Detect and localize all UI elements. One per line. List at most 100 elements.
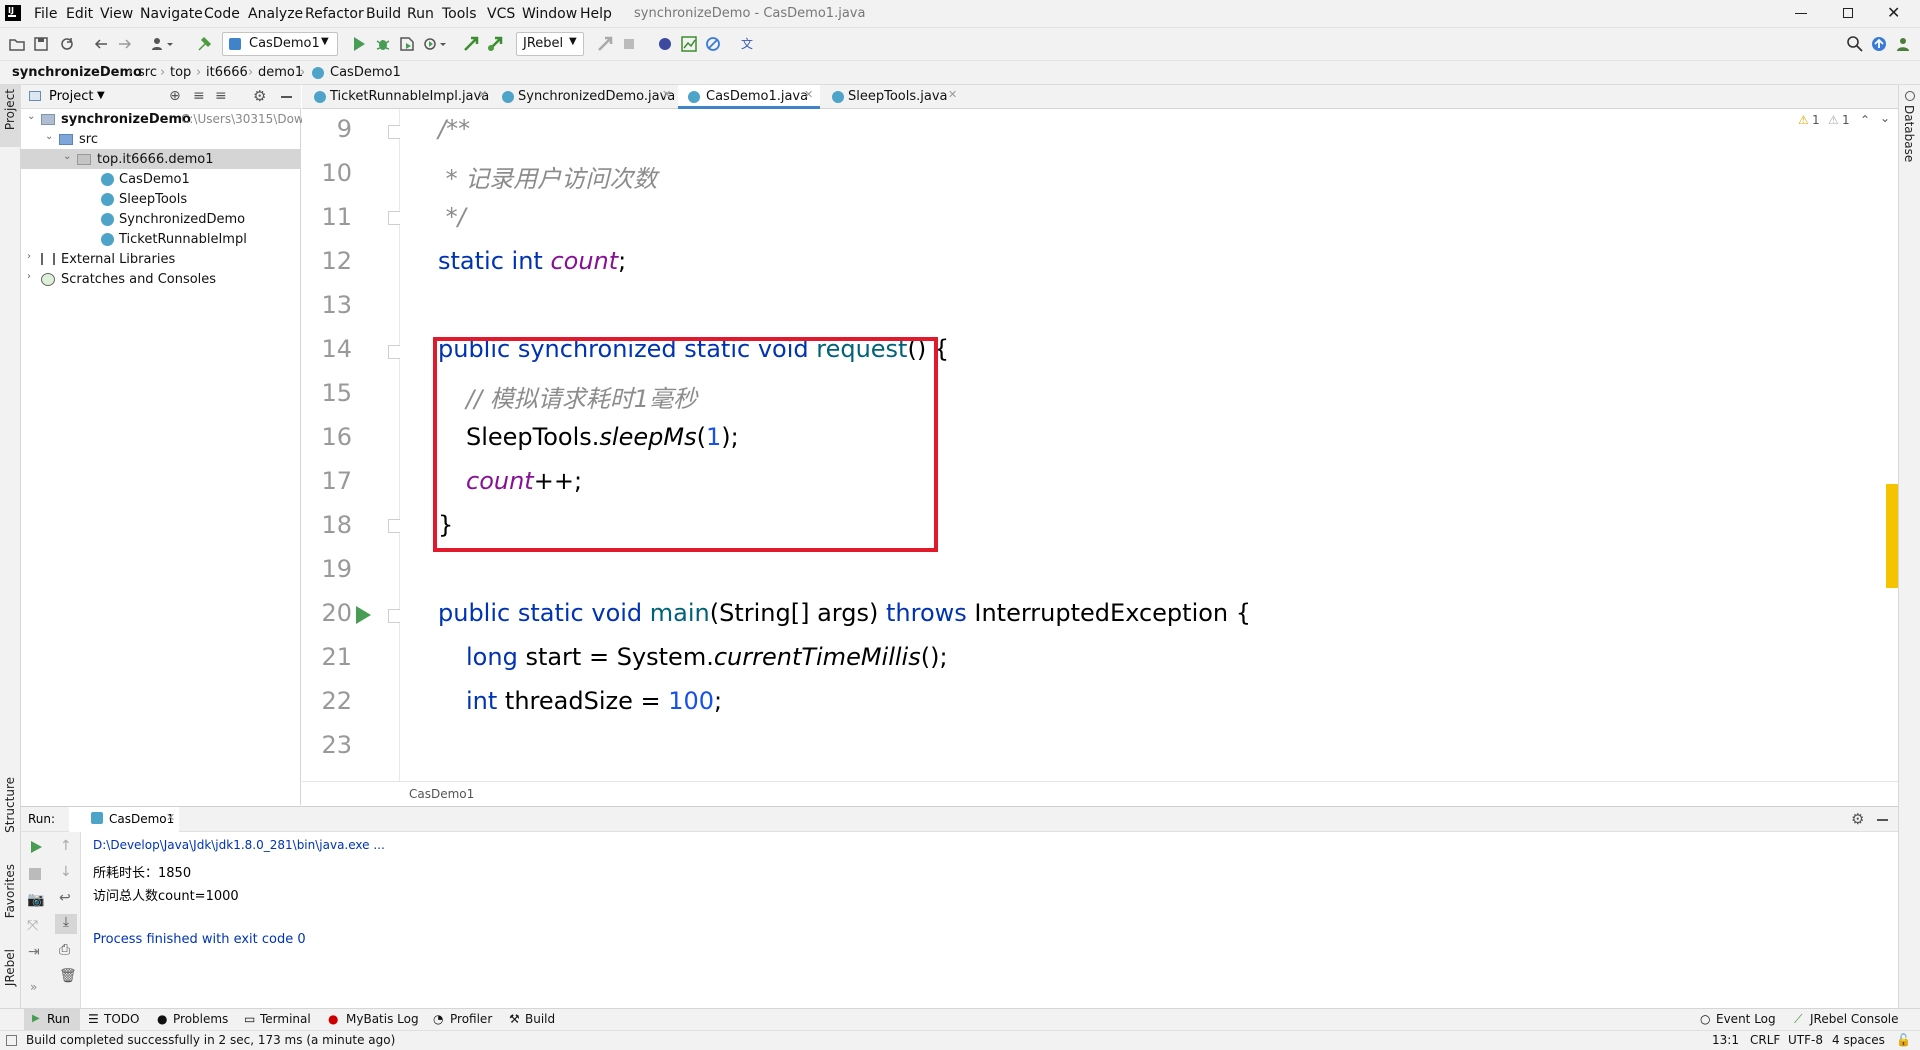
coverage-icon[interactable]: [398, 35, 416, 53]
chevron-down-icon[interactable]: ▼: [97, 90, 105, 101]
tab-sleeptools[interactable]: SleepTools.java ✕: [828, 85, 968, 109]
jrebel-update-icon[interactable]: [596, 35, 614, 53]
lock-icon[interactable]: 🔓: [1896, 1033, 1911, 1047]
close-window-icon[interactable]: ✕: [1887, 3, 1900, 22]
caret-position[interactable]: 13:1: [1712, 1033, 1739, 1047]
jrebel-run-icon[interactable]: [462, 35, 480, 53]
scroll-to-end-icon[interactable]: ⤓: [55, 914, 77, 934]
close-tab-icon[interactable]: ✕: [166, 811, 175, 824]
print-icon[interactable]: ⎙: [59, 942, 70, 958]
expand-all-icon[interactable]: ≡: [193, 88, 205, 104]
project-stripe-button[interactable]: Project: [0, 85, 21, 147]
file-encoding[interactable]: UTF-8: [1788, 1033, 1823, 1047]
breadcrumb-casdemo1[interactable]: CasDemo1: [330, 65, 401, 80]
database-stripe-button[interactable]: Database: [1899, 89, 1920, 162]
stop-icon[interactable]: [29, 868, 41, 880]
tree-item-project-root[interactable]: ⌄ synchronizeDemo C:\Users\30315\Dow: [21, 109, 304, 129]
menu-edit[interactable]: Edit: [66, 6, 93, 22]
run-tab[interactable]: CasDemo1 ✕: [69, 807, 179, 832]
translate-icon[interactable]: 文: [740, 35, 758, 53]
tree-item-src[interactable]: ⌄ src: [21, 129, 301, 149]
menu-build[interactable]: Build: [366, 6, 401, 22]
console-output[interactable]: D:\Develop\Java\Jdk\jdk1.8.0_281\bin\jav…: [81, 832, 1898, 1008]
event-log-button[interactable]: Event Log: [1716, 1012, 1776, 1026]
status-toggle-icon[interactable]: [6, 1035, 17, 1046]
breadcrumb-src[interactable]: src: [138, 65, 157, 80]
restore-icon[interactable]: [1843, 8, 1853, 18]
minimize-icon[interactable]: [1795, 13, 1807, 14]
run-icon[interactable]: [350, 35, 368, 53]
menu-tools[interactable]: Tools: [442, 6, 477, 22]
debug-icon[interactable]: [374, 35, 392, 53]
problems-tool-button[interactable]: Problems: [173, 1012, 228, 1026]
menu-run[interactable]: Run: [407, 6, 434, 22]
menu-file[interactable]: File: [34, 6, 57, 22]
menu-vcs[interactable]: VCS: [487, 6, 515, 22]
arrow-down-icon[interactable]: ↓: [60, 864, 72, 880]
jrebel-debug-icon[interactable]: [486, 35, 504, 53]
disable-icon[interactable]: [704, 35, 722, 53]
inspection-widget[interactable]: ⚠ 1 ⚠ 1 ⌃ ⌄: [1798, 111, 1894, 131]
close-tab-icon[interactable]: ✕: [804, 88, 813, 101]
update-icon[interactable]: [1870, 35, 1888, 53]
tree-item-scratches[interactable]: › Scratches and Consoles: [21, 269, 301, 289]
menu-help[interactable]: Help: [580, 6, 612, 22]
close-tab-icon[interactable]: ✕: [662, 88, 671, 101]
menu-view[interactable]: View: [100, 6, 133, 22]
run-gutter-icon[interactable]: [354, 605, 372, 625]
run-config-select[interactable]: CasDemo1 ▼: [222, 32, 338, 56]
chart-icon[interactable]: [680, 35, 698, 53]
jrebel-select[interactable]: JRebel ▼: [516, 32, 584, 56]
hide-panel-icon[interactable]: [281, 96, 292, 98]
profile-icon[interactable]: [422, 35, 448, 53]
locate-icon[interactable]: ⊕: [169, 88, 181, 104]
camera-icon[interactable]: 📷: [27, 892, 44, 908]
forward-icon[interactable]: [116, 35, 134, 53]
login-icon[interactable]: ⇥: [28, 944, 40, 960]
jrebel-console-button[interactable]: JRebel Console: [1810, 1012, 1899, 1026]
close-tab-icon[interactable]: ✕: [948, 88, 957, 101]
tree-item-file[interactable]: TicketRunnableImpl: [21, 229, 301, 249]
close-tab-icon[interactable]: ✕: [478, 88, 487, 101]
breadcrumb-project[interactable]: synchronizeDemo: [12, 65, 142, 80]
jrebel-stripe-button[interactable]: JRebel: [0, 945, 21, 1005]
tree-item-external-libraries[interactable]: › External Libraries: [21, 249, 301, 269]
save-all-icon[interactable]: [32, 35, 50, 53]
menu-code[interactable]: Code: [204, 6, 240, 22]
build-tool-button[interactable]: Build: [525, 1012, 555, 1026]
favorites-stripe-button[interactable]: Favorites: [0, 860, 21, 930]
gear-icon[interactable]: ⚙: [253, 87, 266, 105]
restore-layout-icon[interactable]: ⤧: [27, 918, 38, 934]
tree-item-file[interactable]: SynchronizedDemo: [21, 209, 301, 229]
more-icon[interactable]: »: [30, 980, 37, 994]
tree-item-file[interactable]: SleepTools: [21, 189, 301, 209]
scrollbar-marker[interactable]: [1886, 484, 1898, 588]
project-view-label[interactable]: Project: [49, 89, 93, 104]
rerun-icon[interactable]: [29, 840, 43, 854]
tab-ticketrunnableimpl[interactable]: TicketRunnableImpl.java ✕: [310, 85, 490, 109]
breadcrumb-it6666[interactable]: it6666: [206, 65, 248, 80]
vcs-user-icon[interactable]: [150, 35, 176, 53]
arrow-up-icon[interactable]: ↑: [60, 838, 72, 854]
chevron-up-icon[interactable]: ⌃: [1860, 113, 1870, 127]
todo-tool-button[interactable]: TODO: [104, 1012, 139, 1026]
plugin-icon[interactable]: [656, 35, 674, 53]
breadcrumb-top[interactable]: top: [170, 65, 191, 80]
soft-wrap-icon[interactable]: ↩: [59, 890, 71, 906]
breadcrumb-demo1[interactable]: demo1: [258, 65, 303, 80]
open-folder-icon[interactable]: [8, 35, 26, 53]
hide-panel-icon[interactable]: [1877, 819, 1888, 821]
chevron-down-icon[interactable]: ⌄: [1880, 111, 1890, 125]
mybatis-tool-button[interactable]: MyBatis Log: [346, 1012, 419, 1026]
gear-icon[interactable]: ⚙: [1851, 810, 1864, 828]
menu-navigate[interactable]: Navigate: [140, 6, 203, 22]
back-icon[interactable]: [92, 35, 110, 53]
menu-refactor[interactable]: Refactor: [305, 6, 364, 22]
indent-setting[interactable]: 4 spaces: [1832, 1033, 1885, 1047]
run-tool-button[interactable]: ▶ Run: [24, 1009, 80, 1030]
menu-analyze[interactable]: Analyze: [248, 6, 303, 22]
search-icon[interactable]: [1846, 35, 1864, 53]
tree-item-package[interactable]: ⌄ top.it6666.demo1: [21, 149, 301, 169]
structure-stripe-button[interactable]: Structure: [0, 773, 21, 843]
tree-item-file[interactable]: CasDemo1: [21, 169, 301, 189]
